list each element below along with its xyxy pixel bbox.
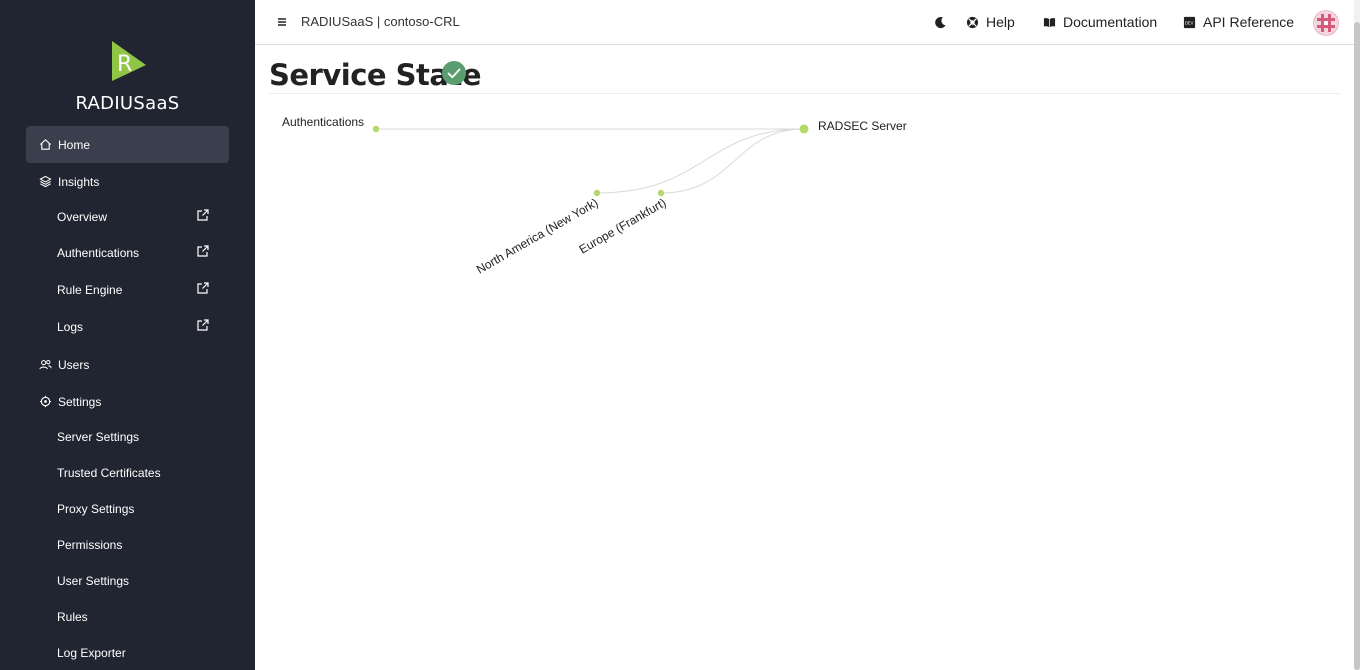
sidebar: R RADIUSaaS Home Insights Overview Authe… [0,0,255,670]
sidebar-item-rule-engine[interactable]: Rule Engine [26,272,229,308]
sidebar-item-insights[interactable]: Insights [26,163,229,200]
sidebar-item-users[interactable]: Users [26,346,229,383]
home-icon [37,137,53,153]
sidebar-item-label: Home [58,137,91,152]
node-authentications[interactable] [372,125,380,133]
sidebar-item-overview[interactable]: Overview [26,199,229,235]
svg-text:R: R [117,52,132,77]
dark-mode-toggle[interactable] [933,12,954,32]
label-north-america: North America (New York) [474,195,601,276]
app-root: R RADIUSaaS Home Insights Overview Authe… [0,0,1360,670]
label-authentications: Authentications [282,115,364,129]
sidebar-item-label: Users [58,357,90,372]
sidebar-item-label: Rules [57,610,88,624]
help-label: Help [986,14,1015,30]
documentation-label: Documentation [1063,14,1158,30]
external-link-icon [197,319,209,331]
topbar: RADIUSaaS | contoso-CRL Help Documentati… [255,0,1355,45]
sidebar-item-label: Permissions [57,538,123,552]
sidebar-item-label: User Settings [57,574,130,588]
service-flow-diagram: Authentications RADSEC Server North Amer… [282,115,907,277]
sidebar-item-label: Trusted Certificates [57,466,161,480]
node-radsec-server[interactable] [799,124,809,134]
status-check-icon [442,61,466,85]
sidebar-item-label: Overview [57,210,108,224]
scrollbar-thumb[interactable] [1354,22,1360,670]
sidebar-item-authentications[interactable]: Authentications [26,235,229,271]
api-reference-label: API Reference [1203,14,1295,30]
sidebar-item-server-settings[interactable]: Server Settings [26,419,229,455]
sidebar-item-trusted-certificates[interactable]: Trusted Certificates [26,455,229,491]
sidebar-item-label: Insights [58,174,100,189]
external-link-icon [197,245,209,257]
sidebar-item-label: Settings [58,394,102,409]
moon-icon [933,15,947,29]
sidebar-item-label: Logs [57,320,84,334]
hamburger-menu-icon[interactable] [275,15,289,29]
link-na-radsec [596,128,805,194]
svg-text:DEV: DEV [1184,20,1193,25]
sidebar-item-permissions[interactable]: Permissions [26,527,229,563]
help-lifebuoy-icon [965,15,979,29]
sidebar-item-proxy-settings[interactable]: Proxy Settings [26,491,229,527]
app-title: RADIUSaaS | contoso-CRL [301,14,460,29]
sidebar-item-user-settings[interactable]: User Settings [26,563,229,599]
user-avatar[interactable] [1313,10,1339,36]
link-eu-radsec [660,128,805,194]
api-reference-link[interactable]: DEV API Reference [1182,12,1294,32]
book-icon [1042,15,1056,29]
sidebar-item-label: Proxy Settings [57,502,135,516]
sidebar-item-home[interactable]: Home [26,126,229,163]
sidebar-item-label: Server Settings [57,430,140,444]
title-divider [269,93,1340,94]
sidebar-item-label: Rule Engine [57,283,123,297]
label-radsec-server: RADSEC Server [818,119,907,133]
sidebar-item-rules[interactable]: Rules [26,599,229,635]
brand-name: RADIUSaaS [75,93,180,114]
dev-badge-icon: DEV [1182,15,1196,29]
radiusaas-logo: R [112,41,146,81]
documentation-link[interactable]: Documentation [1042,12,1157,32]
sidebar-item-log-exporter[interactable]: Log Exporter [26,635,229,670]
sidebar-item-logs[interactable]: Logs [26,309,229,345]
layers-icon [37,174,53,190]
users-icon [37,357,53,373]
external-link-icon [197,209,209,221]
external-link-icon [197,282,209,294]
sidebar-item-label: Authentications [57,246,140,260]
sidebar-item-label: Log Exporter [57,646,126,660]
gear-icon [37,394,53,410]
sidebar-item-settings[interactable]: Settings [26,383,229,420]
node-north-america[interactable] [593,189,601,197]
help-link[interactable]: Help [965,12,1015,32]
